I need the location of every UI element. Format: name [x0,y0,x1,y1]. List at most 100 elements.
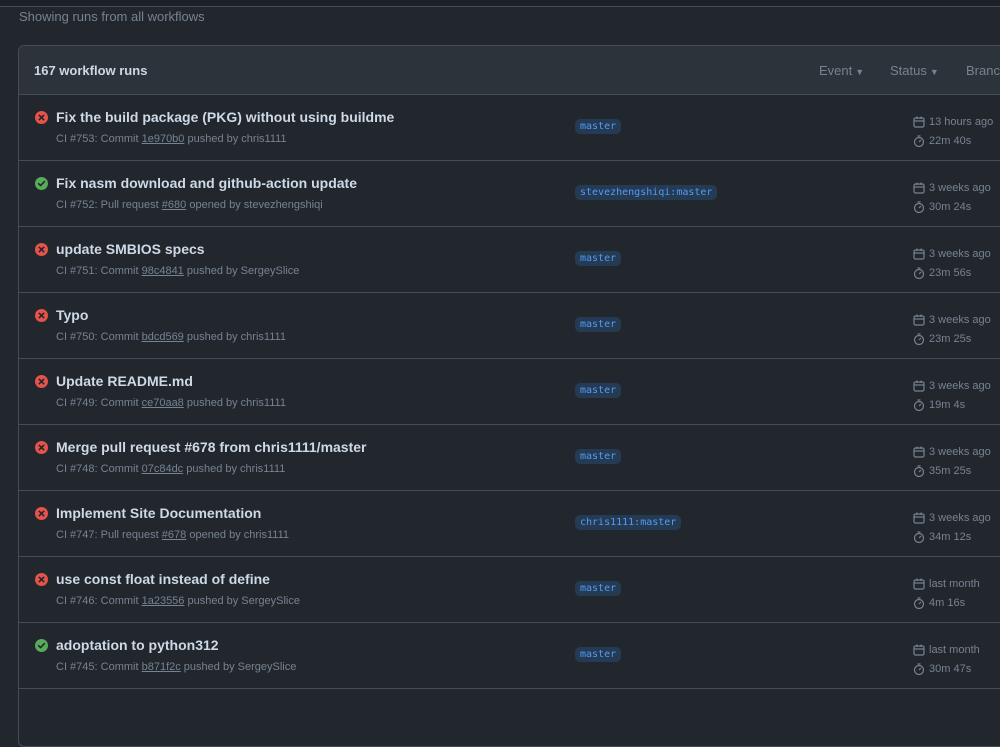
run-meta-prefix: CI #750: Commit [56,331,142,343]
run-row[interactable]: Implement Site Documentation CI #747: Pu… [19,491,1000,557]
run-meta-suffix: pushed by chris1111 [183,463,286,475]
run-meta: CI #746: Commit 1a23556 pushed by Sergey… [56,595,300,607]
run-time-info: 3 weeks ago 23m 56s [913,244,991,282]
run-date-line: 3 weeks ago [913,244,991,263]
run-meta-suffix: pushed by SergeySlice [183,265,300,277]
branch-label[interactable]: master [575,383,622,398]
run-meta: CI #745: Commit b871f2c pushed by Sergey… [56,661,296,673]
run-row[interactable]: adoptation to python312 CI #745: Commit … [19,623,1000,689]
stopwatch-icon [913,662,925,675]
branch-label[interactable]: master [575,647,622,662]
run-duration-line: 35m 25s [913,461,991,480]
branch-label[interactable]: master [575,317,622,332]
run-ref-link[interactable]: #680 [162,199,186,211]
run-meta-suffix: pushed by SergeySlice [184,595,300,607]
run-title[interactable]: use const float instead of define [56,571,270,587]
branch-label[interactable]: master [575,581,622,596]
run-duration: 19m 4s [929,398,966,411]
stopwatch-icon [913,266,925,279]
run-title[interactable]: Implement Site Documentation [56,505,261,521]
branch-filter-button[interactable]: Branc [966,63,1000,78]
x-circle-icon [35,243,48,256]
run-date-line: 13 hours ago [913,112,993,131]
x-circle-icon [35,309,48,322]
run-meta-suffix: opened by chris1111 [186,529,290,541]
run-time: 3 weeks ago [929,511,991,524]
run-meta-prefix: CI #749: Commit [56,397,142,409]
run-ref-link[interactable]: 1a23556 [142,595,185,607]
run-meta-suffix: pushed by chris1111 [184,133,287,145]
run-meta-prefix: CI #752: Pull request [56,199,162,211]
calendar-icon [913,248,925,260]
runs-count: 167 workflow runs [34,63,148,78]
run-date-line: 3 weeks ago [913,310,991,329]
branch-label[interactable]: master [575,119,622,134]
top-bar [0,0,1000,7]
run-ref-link[interactable]: ce70aa8 [142,397,184,409]
run-meta: CI #751: Commit 98c4841 pushed by Sergey… [56,265,299,277]
run-ref-link[interactable]: 07c84dc [142,463,184,475]
run-ref-link[interactable]: 1e970b0 [142,133,185,145]
run-row[interactable]: Merge pull request #678 from chris1111/m… [19,425,1000,491]
status-filter-button[interactable]: Status ▼ [890,63,939,78]
run-time-info: 3 weeks ago 30m 24s [913,178,991,216]
run-row[interactable]: update SMBIOS specs CI #751: Commit 98c4… [19,227,1000,293]
run-meta: CI #749: Commit ce70aa8 pushed by chris1… [56,397,286,409]
x-circle-icon [35,507,48,520]
run-title[interactable]: Update README.md [56,373,193,389]
event-filter-button[interactable]: Event ▼ [819,63,864,78]
run-duration: 4m 16s [929,596,966,609]
run-title[interactable]: Fix the build package (PKG) without usin… [56,109,394,125]
run-ref-link[interactable]: bdcd569 [142,331,184,343]
run-duration-line: 34m 12s [913,527,991,546]
run-ref-link[interactable]: #678 [162,529,186,541]
run-meta-prefix: CI #751: Commit [56,265,142,277]
run-time: 3 weeks ago [929,247,991,260]
check-circle-icon [35,639,48,652]
run-title[interactable]: update SMBIOS specs [56,241,205,257]
x-circle-icon [35,573,48,586]
run-duration: 34m 12s [929,530,972,543]
stopwatch-icon [913,332,925,345]
run-time: 3 weeks ago [929,379,991,392]
branch-label[interactable]: chris1111:master [575,515,682,530]
branch-label[interactable]: master [575,251,622,266]
run-meta: CI #750: Commit bdcd569 pushed by chris1… [56,331,286,343]
run-meta-suffix: pushed by chris1111 [183,331,286,343]
stopwatch-icon [913,596,925,609]
run-time: last month [929,577,980,590]
runs-subtitle: Showing runs from all workflows [19,9,205,24]
run-duration-line: 30m 47s [913,659,980,678]
run-row[interactable]: Typo CI #750: Commit bdcd569 pushed by c… [19,293,1000,359]
run-meta-suffix: pushed by SergeySlice [180,661,297,673]
run-title[interactable]: Fix nasm download and github-action upda… [56,175,357,191]
branch-label[interactable]: stevezhengshiqi:master [575,185,718,200]
run-time: 13 hours ago [929,115,994,128]
run-row[interactable]: Fix the build package (PKG) without usin… [19,95,1000,161]
run-time-info: 3 weeks ago 35m 25s [913,442,991,480]
run-row[interactable]: Update README.md CI #749: Commit ce70aa8… [19,359,1000,425]
run-row[interactable]: Fix nasm download and github-action upda… [19,161,1000,227]
check-circle-icon [35,177,48,190]
run-date-line: 3 weeks ago [913,376,991,395]
run-meta: CI #747: Pull request #678 opened by chr… [56,529,289,541]
status-filter-label: Status [890,63,927,78]
run-time: 3 weeks ago [929,313,991,326]
run-meta-suffix: opened by stevezhengshiqi [186,199,323,211]
run-duration-line: 30m 24s [913,197,991,216]
run-ref-link[interactable]: 98c4841 [142,265,184,277]
run-title[interactable]: Merge pull request #678 from chris1111/m… [56,439,367,455]
run-date-line: last month [913,640,980,659]
run-row[interactable]: use const float instead of define CI #74… [19,557,1000,623]
run-time-info: 3 weeks ago 19m 4s [913,376,991,414]
run-title[interactable]: adoptation to python312 [56,637,219,653]
calendar-icon [913,314,925,326]
stopwatch-icon [913,134,925,147]
run-meta: CI #752: Pull request #680 opened by ste… [56,199,323,211]
calendar-icon [913,380,925,392]
run-title[interactable]: Typo [56,307,88,323]
run-ref-link[interactable]: b871f2c [142,661,181,673]
stopwatch-icon [913,464,925,477]
chevron-down-icon: ▼ [855,67,865,77]
branch-label[interactable]: master [575,449,622,464]
